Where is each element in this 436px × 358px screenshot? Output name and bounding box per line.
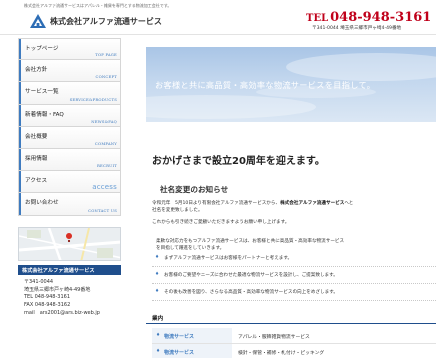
anniversary-heading: おかげさまで設立20周年を迎えます。 — [152, 156, 325, 167]
diamond-bullet-icon: ♦ — [155, 289, 160, 294]
header-tagline: 株式会社アルファ流通サービスはアパレル・雑貨を専門とする物流加工会社です。 — [24, 3, 172, 8]
tel-number: 048-948-3161 — [330, 10, 432, 25]
nav-item-contact[interactable]: お問い合わせ CONTACT US — [18, 193, 121, 216]
info-mail[interactable]: mail ars2001@ars.biz-web.jp — [24, 310, 100, 318]
list-item: ♦ まずアルファ流通サービスはお客様をパートナーと考えます。 — [152, 250, 436, 267]
company-name: 株式会社アルファ流通サービス — [50, 16, 162, 26]
notice-text: へと — [344, 201, 354, 206]
list-item-text: その後も改善を図り、さらなる高品質・高効率な物流サービスの向上をめざします。 — [164, 290, 338, 295]
business-section-heading: 業内 — [146, 312, 436, 324]
info-postal: 〒341-0044 — [24, 279, 54, 285]
sidebar-company-title: 株式会社アルファ流通サービス — [18, 265, 121, 275]
table-row: ♦ 物流サービス アパレル・服飾雑貨物流サービス — [152, 328, 436, 344]
nav-item-label: 会社概要 — [25, 133, 48, 140]
list-item: ♦ その後も改善を図り、さらなる高品質・高効率な物流サービスの向上をめざします。 — [152, 284, 436, 301]
hero-text: お客様と共に高品質・高効率な物流サービスを目指して。 — [155, 80, 376, 90]
diamond-bullet-icon: ♦ — [156, 349, 161, 354]
nav-item-concept[interactable]: 会社方針 CONCEPT — [18, 60, 121, 83]
business-desc: アパレル・服飾雑貨物流サービス — [238, 335, 310, 340]
sidebar-company-info: 〒341-0044 埼玉県三郷市戸ヶ崎4-49番地 TEL 048-948-31… — [24, 279, 100, 318]
nav-item-news-faq[interactable]: 新着情報・FAQ NEWS&FAQ — [18, 104, 121, 127]
access-map[interactable] — [18, 227, 121, 261]
diamond-bullet-icon: ♦ — [156, 333, 161, 338]
nav-item-label: 新着情報・FAQ — [25, 111, 64, 118]
business-link[interactable]: 物流サービス — [164, 349, 194, 356]
nav-item-sub: RECRUIT — [96, 163, 117, 169]
info-fax: FAX 048-948-3162 — [24, 302, 71, 309]
notice-subtitle: 社名変更のお知らせ — [160, 185, 229, 194]
table-row: ♦ 物流サービス 検針・保管・補修・札付け・ピッキング — [152, 344, 436, 358]
business-desc: 検針・保管・補修・札付け・ピッキング — [238, 351, 325, 356]
nav-item-top[interactable]: トップページ TOP PAGE — [18, 38, 121, 61]
nav-item-company[interactable]: 会社概要 COMPANY — [18, 126, 121, 149]
nav-item-sub: access — [92, 183, 117, 192]
nav-item-services[interactable]: サービス一覧 SERVICE&PRODUCTS — [18, 82, 121, 105]
nav-item-label: 採用情報 — [25, 155, 48, 162]
header-phone[interactable]: TEL 048-948-3161 — [306, 10, 431, 25]
nav-item-sub: SERVICE&PRODUCTS — [69, 96, 117, 102]
notice-text: 令和元年 5月10日より有限会社アルファ流通サービスから、 — [152, 201, 281, 206]
sidebar-nav: トップページ TOP PAGE 会社方針 CONCEPT サービス一覧 SERV… — [18, 38, 121, 216]
nav-item-sub: COMPANY — [94, 140, 117, 146]
list-item-text: お客様のご要望やニーズに合わせた最適な物流サービスを設計し、ご提案致します。 — [164, 273, 338, 278]
nav-item-sub: CONTACT US — [88, 207, 117, 213]
new-company-name: 株式会社アルファ流通サービス — [280, 201, 345, 206]
site-logo[interactable]: 株式会社アルファ流通サービス — [30, 14, 162, 28]
nav-item-label: お問い合わせ — [25, 200, 59, 207]
header-divider — [0, 34, 436, 35]
diamond-bullet-icon: ♦ — [155, 255, 160, 260]
gratitude-text: これからも引き続きご愛顧いただきますようお願い申し上げます。 — [152, 220, 290, 225]
tel-prefix: TEL — [306, 13, 329, 24]
triangle-logo-icon — [30, 14, 46, 28]
diamond-bullet-icon: ♦ — [155, 272, 160, 277]
info-address: 埼玉県三郷市戸ヶ崎4-49番地 — [24, 286, 91, 293]
header-address: 〒341-0044 埼玉県三郷市戸ヶ崎4-49番地 — [312, 26, 402, 31]
list-item: ♦ お客様のご要望やニーズに合わせた最適な物流サービスを設計し、ご提案致します。 — [152, 267, 436, 284]
rename-notice: 令和元年 5月10日より有限会社アルファ流通サービスから、株式会社アルファ流通サ… — [152, 200, 353, 215]
nav-item-sub: CONCEPT — [95, 74, 117, 80]
nav-item-recruit[interactable]: 採用情報 RECRUIT — [18, 148, 121, 172]
nav-item-sub: NEWS&FAQ — [91, 118, 117, 124]
nav-item-label: サービス一覧 — [25, 89, 59, 96]
policy-list: ♦ まずアルファ流通サービスはお客様をパートナーと考えます。 ♦ お客様のご要望… — [152, 250, 436, 301]
intro-line: 柔軟な対応力をもつアルファ流通サービスは、お客様と共に高品質・高効率な物流サービ… — [156, 239, 345, 244]
list-item-text: まずアルファ流通サービスはお客様をパートナーと考えます。 — [164, 256, 293, 261]
business-link[interactable]: 物流サービス — [164, 333, 194, 340]
nav-item-sub: TOP PAGE — [95, 52, 117, 58]
nav-item-access[interactable]: アクセス access — [18, 171, 121, 194]
nav-item-label: トップページ — [25, 46, 59, 52]
business-heading-text: 業内 — [152, 316, 164, 322]
nav-item-label: アクセス — [25, 178, 48, 185]
hero-banner: お客様と共に高品質・高効率な物流サービスを目指して。 — [146, 47, 436, 122]
info-tel[interactable]: TEL 048-948-3161 — [24, 294, 100, 302]
nav-item-label: 会社方針 — [25, 67, 48, 74]
business-table: ♦ 物流サービス アパレル・服飾雑貨物流サービス ♦ 物流サービス 検針・保管・… — [152, 328, 436, 358]
notice-text: 社名を変更致しました。 — [152, 208, 203, 214]
